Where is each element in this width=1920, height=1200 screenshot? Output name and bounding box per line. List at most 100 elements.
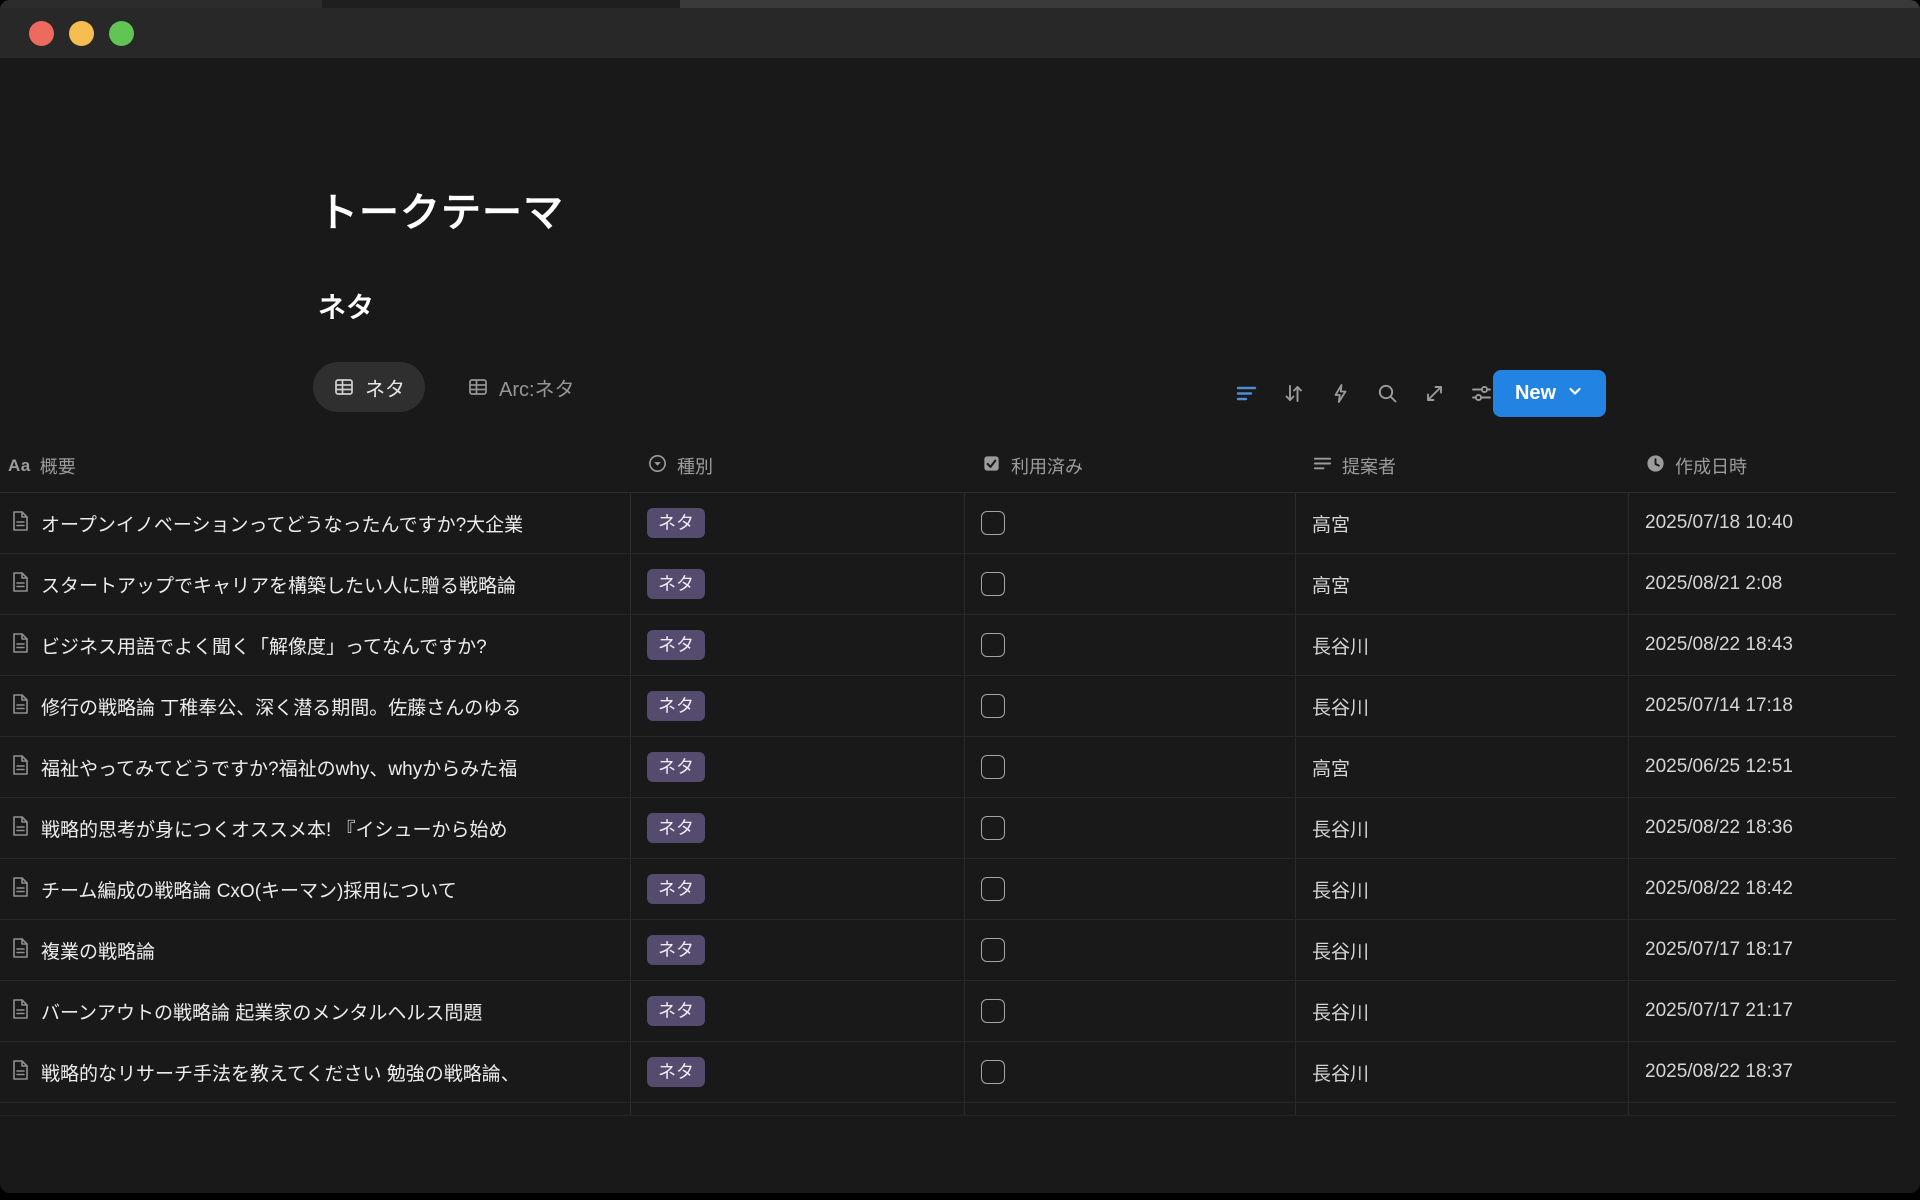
cell-proposer[interactable]: 長谷川 [1296,676,1629,736]
column-header-overview[interactable]: Aa 概要 [0,440,631,492]
cell-type[interactable]: ネタ [631,920,965,980]
table-row[interactable]: 戦略的思考が身につくオススメ本! 『イシューから始め ネタ 長谷川 2025/0… [0,798,1896,859]
cell-proposer[interactable]: 高宮 [1296,493,1629,553]
type-tag: ネタ [647,813,705,843]
cell-proposer[interactable]: 長谷川 [1296,798,1629,858]
table-row[interactable]: 修行の戦略論 丁稚奉公、深く潜る期間。佐藤さんのゆる ネタ 長谷川 2025/0… [0,676,1896,737]
cell-created[interactable]: 2025/07/14 17:18 [1629,676,1896,736]
cell-used[interactable] [965,737,1296,797]
page-icon [8,509,32,538]
cell-proposer[interactable]: 高宮 [1296,554,1629,614]
cell-proposer[interactable]: 長谷川 [1296,920,1629,980]
cell-used[interactable] [965,920,1296,980]
created-time: 2025/08/21 2:08 [1645,573,1782,595]
cell-created[interactable]: 2025/06/25 12:51 [1629,737,1896,797]
expand-icon[interactable] [1423,382,1446,405]
cell-used[interactable] [965,676,1296,736]
cell-created[interactable]: 2025/08/22 18:42 [1629,859,1896,919]
used-checkbox[interactable] [981,511,1005,535]
sort-icon[interactable] [1282,382,1305,405]
cell-overview[interactable]: チーム編成の戦略論 CxO(キーマン)採用について [0,859,631,919]
cell-proposer[interactable]: 長谷川 [1296,1042,1629,1102]
used-checkbox[interactable] [981,633,1005,657]
minimize-button[interactable] [69,21,94,46]
row-title: 修行の戦略論 丁稚奉公、深く潜る期間。佐藤さんのゆる [41,693,521,720]
cell-used[interactable] [965,798,1296,858]
used-checkbox[interactable] [981,755,1005,779]
cell-overview[interactable]: 修行の戦略論 丁稚奉公、深く潜る期間。佐藤さんのゆる [0,676,631,736]
cell-used[interactable] [965,981,1296,1041]
cell-type[interactable]: ネタ [631,798,965,858]
used-checkbox[interactable] [981,877,1005,901]
table-row[interactable]: 福祉やってみてどうですか?福祉のwhy、whyからみた福 ネタ 高宮 2025/… [0,737,1896,798]
filter-icon[interactable] [1235,382,1258,405]
cell-proposer[interactable]: 長谷川 [1296,981,1629,1041]
cell-overview[interactable]: ビジネス用語でよく聞く「解像度」ってなんですか? [0,615,631,675]
used-checkbox[interactable] [981,938,1005,962]
used-checkbox[interactable] [981,1060,1005,1084]
column-header-created[interactable]: 作成日時 [1629,440,1896,492]
cell-overview[interactable]: スタートアップでキャリアを構築したい人に贈る戦略論 [0,554,631,614]
automation-icon[interactable] [1329,382,1352,405]
view-tab-arc-neta[interactable]: Arc:ネタ [447,362,595,412]
view-tab-neta[interactable]: ネタ [313,362,425,412]
type-tag: ネタ [647,874,705,904]
cell-created[interactable]: 2025/08/22 18:36 [1629,798,1896,858]
used-checkbox[interactable] [981,816,1005,840]
cell-type[interactable]: ネタ [631,1042,965,1102]
cell-type[interactable]: ネタ [631,981,965,1041]
cell-used[interactable] [965,615,1296,675]
cell-used[interactable] [965,554,1296,614]
view-settings-icon[interactable] [1470,382,1493,405]
search-icon[interactable] [1376,382,1399,405]
column-header-proposer[interactable]: 提案者 [1296,440,1629,492]
cell-used[interactable] [965,1042,1296,1102]
cell-overview[interactable]: 福祉やってみてどうですか?福祉のwhy、whyからみた福 [0,737,631,797]
created-time: 2025/07/14 17:18 [1645,695,1793,717]
table-row[interactable]: オープンイノベーションってどうなったんですか?大企業 ネタ 高宮 2025/07… [0,493,1896,554]
used-checkbox[interactable] [981,694,1005,718]
cell-overview[interactable]: バーンアウトの戦略論 起業家のメンタルヘルス問題 [0,981,631,1041]
cell-type[interactable]: ネタ [631,554,965,614]
cell-type[interactable]: ネタ [631,493,965,553]
cell-created[interactable]: 2025/07/17 21:17 [1629,981,1896,1041]
column-header-type[interactable]: 種別 [631,440,965,492]
cell-created[interactable]: 2025/08/22 18:43 [1629,615,1896,675]
row-title: ビジネス用語でよく聞く「解像度」ってなんですか? [41,632,487,659]
cell-proposer[interactable]: 長谷川 [1296,615,1629,675]
used-checkbox[interactable] [981,999,1005,1023]
table-row[interactable]: 戦略的なリサーチ手法を教えてください 勉強の戦略論、 ネタ 長谷川 2025/0… [0,1042,1896,1103]
cell-type[interactable]: ネタ [631,859,965,919]
cell-proposer[interactable]: 長谷川 [1296,859,1629,919]
column-header-used[interactable]: 利用済み [965,440,1296,492]
table-row[interactable]: スタートアップでキャリアを構築したい人に贈る戦略論 ネタ 高宮 2025/08/… [0,554,1896,615]
proposer-name: 長谷川 [1312,998,1369,1025]
cell-type[interactable]: ネタ [631,615,965,675]
table-header-row: Aa 概要 種別 [0,440,1896,493]
cell-overview[interactable]: オープンイノベーションってどうなったんですか?大企業 [0,493,631,553]
table-row[interactable]: 複業の戦略論 ネタ 長谷川 2025/07/17 18:17 [0,920,1896,981]
close-button[interactable] [29,21,54,46]
table-row[interactable]: バーンアウトの戦略論 起業家のメンタルヘルス問題 ネタ 長谷川 2025/07/… [0,981,1896,1042]
cell-proposer[interactable]: 高宮 [1296,737,1629,797]
cell-overview[interactable]: 複業の戦略論 [0,920,631,980]
window-top-edge [0,0,1920,8]
cell-overview[interactable]: 戦略的思考が身につくオススメ本! 『イシューから始め [0,798,631,858]
cell-created[interactable]: 2025/07/17 18:17 [1629,920,1896,980]
cell-used[interactable] [965,493,1296,553]
zoom-button[interactable] [109,21,134,46]
page-icon [8,692,32,721]
cell-type[interactable]: ネタ [631,676,965,736]
chevron-down-icon[interactable] [1566,382,1584,406]
cell-overview[interactable]: 戦略的なリサーチ手法を教えてください 勉強の戦略論、 [0,1042,631,1102]
table-row[interactable]: ビジネス用語でよく聞く「解像度」ってなんですか? ネタ 長谷川 2025/08/… [0,615,1896,676]
used-checkbox[interactable] [981,572,1005,596]
new-button[interactable]: New [1493,370,1606,417]
cell-created[interactable]: 2025/07/18 10:40 [1629,493,1896,553]
table-row[interactable]: チーム編成の戦略論 CxO(キーマン)採用について ネタ 長谷川 2025/08… [0,859,1896,920]
cell-type[interactable]: ネタ [631,737,965,797]
type-tag: ネタ [647,935,705,965]
cell-created[interactable]: 2025/08/21 2:08 [1629,554,1896,614]
cell-created[interactable]: 2025/08/22 18:37 [1629,1042,1896,1102]
cell-used[interactable] [965,859,1296,919]
